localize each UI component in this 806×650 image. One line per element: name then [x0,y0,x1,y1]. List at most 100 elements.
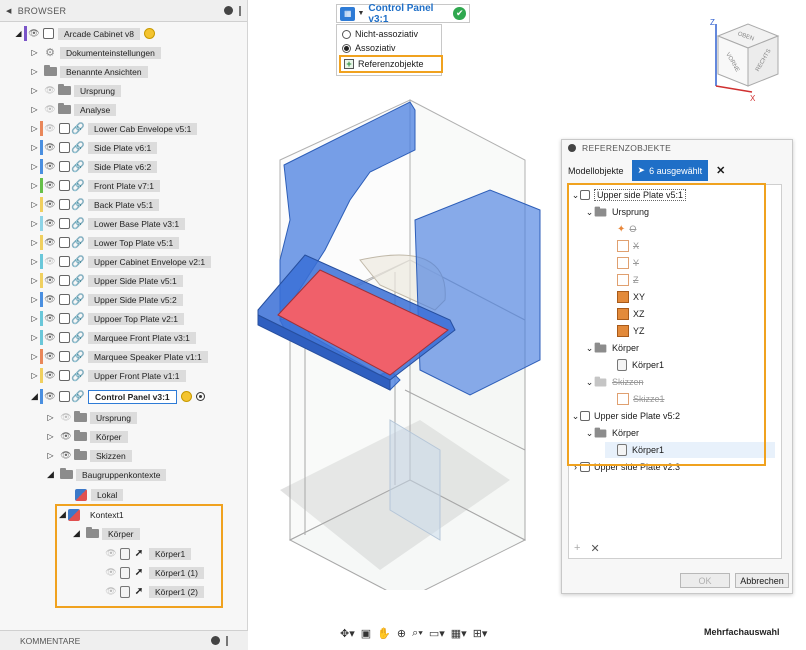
expand-arrow-icon[interactable]: ▷ [46,432,55,441]
expand-arrow-icon[interactable]: ▷ [30,67,39,76]
component-toolbar[interactable]: ▦ ▼ Control Panel v3:1 ✔ [336,3,470,25]
comments-header[interactable]: KOMMENTARE [0,630,248,650]
zoom-icon[interactable]: ⊕ [397,627,406,640]
radio-selected-icon[interactable] [342,43,351,53]
zoom-window-icon[interactable]: ⌕▾ [412,627,423,640]
tab-model-objects[interactable]: Modellobjekte [568,166,624,176]
eye-icon[interactable]: 👁 [43,369,57,383]
option-non-associative[interactable]: Nicht-assoziativ [337,27,441,41]
pin-icon[interactable] [211,636,220,645]
expand-arrow-icon[interactable]: ▷ [30,257,39,266]
tree-row-sketches[interactable]: ▷ 👁 Skizzen [46,447,132,464]
tree-row-named-views[interactable]: ▷ Benannte Ansichten [30,63,148,80]
option-associative[interactable]: Assoziativ [337,41,441,55]
orbit-icon[interactable]: ✥▾ [340,627,355,640]
component-edit-icon[interactable]: ▦ [340,6,356,21]
viewcube[interactable]: OBEN VORNE RECHTS Z X [700,14,790,104]
expand-arrow-icon[interactable]: ▷ [30,238,39,247]
ref-row-plane[interactable]: YZ [617,323,645,339]
remove-reference-icon[interactable]: ✕ [590,542,599,555]
tree-row-origin[interactable]: ▷ 👁 Ursprung [46,409,137,426]
eye-icon[interactable]: 👁 [43,141,57,155]
expand-arrow-icon[interactable]: ▷ [30,276,39,285]
expand-arrow-icon[interactable]: ◢ [14,29,23,38]
viewports-icon[interactable]: ⊞▾ [473,627,488,640]
expand-arrow-icon[interactable]: › [571,462,580,472]
tree-row-root[interactable]: ◢ 👁 Arcade Cabinet v8 [14,25,155,42]
divider-handle-icon[interactable] [239,5,241,16]
expand-arrow-icon[interactable]: ▷ [30,86,39,95]
warning-icon[interactable] [143,28,155,39]
camera-icon[interactable]: ▣ [361,627,371,640]
eye-icon[interactable]: 👁 [43,198,57,212]
expand-arrow-icon[interactable]: ▷ [30,105,39,114]
ref-row-component[interactable]: ⌄ Upper side Plate v5:1 [571,187,687,203]
tree-row-component[interactable]: ▷ 👁 🔗 Marquee Speaker Plate v1:1 [30,348,208,365]
tree-row-origin[interactable]: ▷ 👁 Ursprung [30,82,121,99]
expand-arrow-icon[interactable]: ▷ [30,314,39,323]
confirm-check-icon[interactable]: ✔ [453,7,466,20]
eye-icon[interactable]: 👁 [43,390,57,404]
expand-arrow-icon[interactable]: ▷ [30,371,39,380]
tab-selected[interactable]: ➤ 6 ausgewählt [631,160,709,181]
tree-row-component[interactable]: ▷ 👁 🔗 Upper Front Plate v1:1 [30,367,186,384]
add-reference-icon[interactable]: + [574,542,580,555]
tree-row-component[interactable]: ▷ 👁 🔗 Side Plate v6:1 [30,139,158,156]
ref-row-folder[interactable]: ⌄ Skizzen [585,374,644,390]
divider-handle-icon[interactable] [226,635,228,646]
ref-row-folder[interactable]: ⌄ Ursprung [585,204,649,220]
pin-icon[interactable] [224,6,233,15]
expand-arrow-icon[interactable]: ▷ [30,333,39,342]
reference-objects-button[interactable]: + Referenzobjekte [339,55,443,73]
expand-arrow-icon[interactable]: ▷ [30,48,39,57]
eye-icon[interactable]: 👁 [43,160,57,174]
eye-icon[interactable]: 👁 [43,217,57,231]
ref-row-axis[interactable]: X [617,238,639,254]
ref-row-plane[interactable]: XZ [617,306,645,322]
expand-arrow-icon[interactable]: ▷ [30,352,39,361]
collapse-arrow-icon[interactable]: ⌄ [571,411,580,422]
ref-row-plane[interactable]: XY [617,289,645,305]
eye-icon[interactable]: 👁 [43,312,57,326]
ref-row-origin-point[interactable]: ✦ O [617,221,636,237]
eye-icon[interactable]: 👁 [43,274,57,288]
eye-icon[interactable]: 👁 [43,331,57,345]
expand-arrow-icon[interactable]: ▷ [30,295,39,304]
activate-radio-icon[interactable] [195,392,205,401]
tree-row-settings[interactable]: ▷ ⚙ Dokumenteinstellungen [30,44,161,61]
ref-row-component[interactable]: › Upper side Plate v2:3 [571,459,680,475]
tree-row-bodies[interactable]: ▷ 👁 Körper [46,428,128,445]
expand-arrow-icon[interactable]: ▷ [46,451,55,460]
tree-row-component[interactable]: ▷ 👁 🔗 Upper Cabinet Envelope v2:1 [30,253,212,270]
tree-row-component[interactable]: ▷ 👁 🔗 Lower Top Plate v5:1 [30,234,180,251]
ref-row-body[interactable]: Körper1 [617,357,664,373]
eye-hidden-icon[interactable]: 👁 [43,255,57,269]
eye-icon[interactable]: 👁 [43,293,57,307]
collapse-arrow-icon[interactable]: ⌄ [585,207,594,218]
eye-icon[interactable]: 👁 [43,236,57,250]
eye-hidden-icon[interactable]: 👁 [43,122,57,136]
grid-icon[interactable]: ▦▾ [451,627,467,640]
tree-row-component[interactable]: ▷ 👁 🔗 Back Plate v5:1 [30,196,160,213]
reference-panel-header[interactable]: REFERENZOBJEKTE [562,140,792,156]
ref-row-axis[interactable]: Z [617,272,639,288]
eye-icon[interactable]: 👁 [27,27,41,41]
tree-row-assembly-contexts[interactable]: ◢ Baugruppenkontexte [46,466,167,483]
expand-arrow-icon[interactable]: ▷ [30,162,39,171]
cancel-button[interactable]: Abbrechen [735,573,789,588]
pan-hand-icon[interactable]: ✋ [377,627,391,640]
eye-icon[interactable]: 👁 [59,430,73,444]
expand-arrow-icon[interactable]: ▷ [46,413,55,422]
tree-row-control-panel[interactable]: ◢ 👁 🔗 Control Panel v3:1 [30,388,205,405]
eye-hidden-icon[interactable]: 👁 [59,411,73,425]
eye-hidden-icon[interactable]: 👁 [43,103,57,117]
eye-hidden-icon[interactable]: 👁 [43,84,57,98]
ok-button[interactable]: OK [680,573,730,588]
tree-row-component[interactable]: ▷ 👁 🔗 Upper Side Plate v5:2 [30,291,183,308]
chevron-down-icon[interactable]: ▼ [357,10,364,17]
tree-row-component[interactable]: ▷ 👁 🔗 Lower Base Plate v3:1 [30,215,186,232]
collapse-arrow-icon[interactable]: ⌄ [571,190,580,201]
clear-selection-icon[interactable]: ✕ [716,164,725,177]
radio-icon[interactable] [342,29,351,39]
tree-row-component[interactable]: ▷ 👁 🔗 Uppoer Top Plate v2:1 [30,310,184,327]
